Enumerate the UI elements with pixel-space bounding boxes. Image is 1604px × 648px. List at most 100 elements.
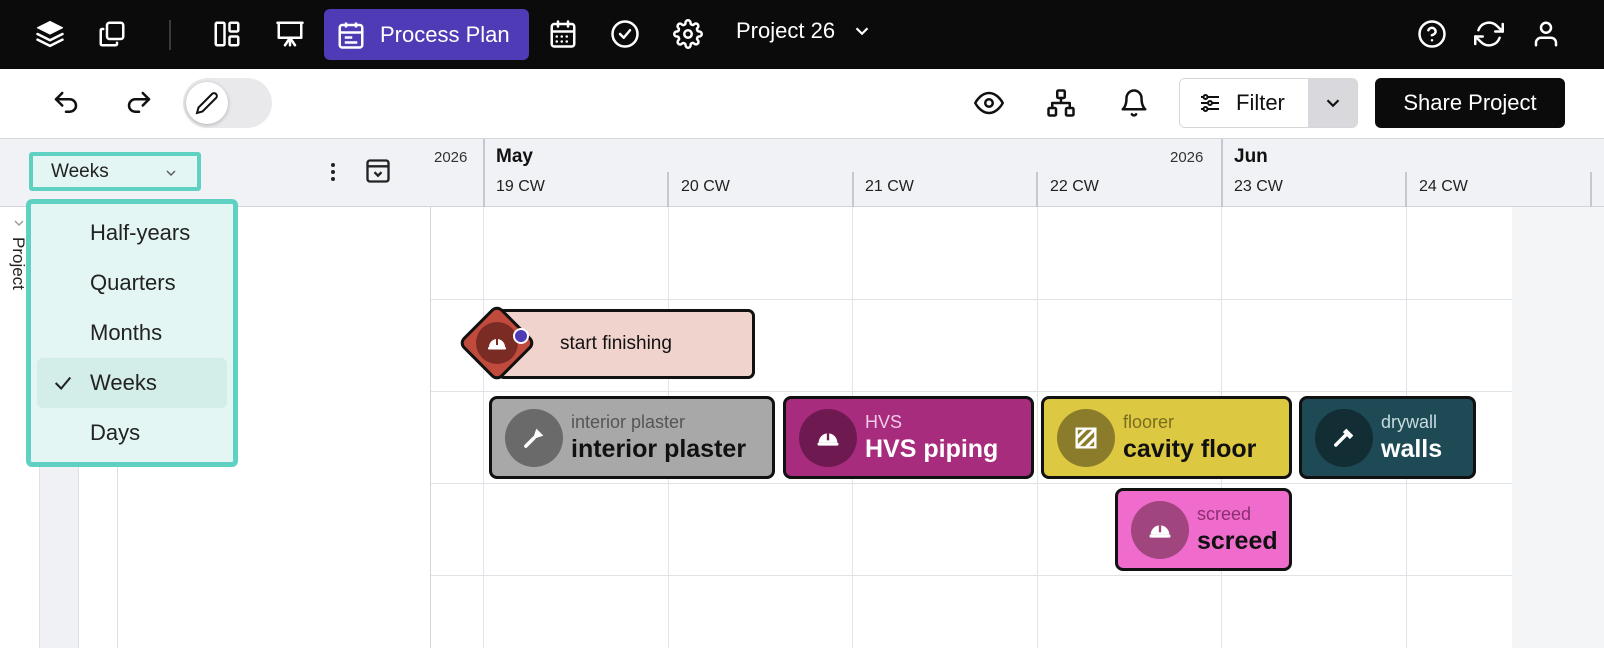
grid-line	[431, 391, 1512, 392]
layers-icon[interactable]	[30, 14, 70, 54]
sliders-icon	[1201, 94, 1219, 112]
grid-line	[431, 575, 1512, 576]
task-trade: drywall	[1381, 412, 1438, 432]
timeline-header: 2026 May 2026 Jun 19 CW 20 CW 21 CW 22 C…	[0, 139, 1604, 207]
week-label: 20 CW	[681, 178, 730, 195]
week-label: 19 CW	[496, 178, 545, 195]
toggle-knob	[186, 82, 228, 124]
more-options-icon[interactable]	[318, 155, 348, 189]
timescale-option-half-years[interactable]: Half-years	[37, 208, 227, 258]
hammer-icon	[1315, 408, 1373, 467]
refresh-icon[interactable]	[1469, 14, 1509, 54]
task-card[interactable]: floorer cavity floor	[1041, 396, 1292, 479]
edit-mode-toggle[interactable]	[183, 78, 272, 128]
timescale-option-months[interactable]: Months	[37, 308, 227, 358]
grid-right-padding	[1512, 207, 1604, 648]
tab-process-plan-label: Process Plan	[380, 21, 510, 47]
filter-label: Filter	[1236, 90, 1285, 115]
option-label: Half-years	[90, 220, 191, 245]
task-name: screed	[1197, 527, 1278, 555]
task-trade: interior plaster	[571, 412, 686, 432]
hierarchy-icon[interactable]	[1041, 83, 1081, 123]
task-name: walls	[1381, 435, 1443, 463]
task-card[interactable]: interior plaster interior plaster	[489, 396, 775, 479]
share-project-button[interactable]: Share Project	[1375, 78, 1565, 128]
chevron-down-icon	[855, 27, 869, 36]
tab-process-plan[interactable]: Process Plan	[324, 9, 529, 60]
redo-icon[interactable]	[119, 83, 159, 123]
option-label: Quarters	[90, 270, 176, 295]
project-name: Project 26	[736, 18, 836, 43]
collapse-all-icon[interactable]	[360, 152, 396, 190]
week-divider	[667, 172, 669, 207]
chevron-down-icon[interactable]	[11, 215, 27, 236]
filter-group: Filter	[1179, 78, 1358, 128]
week-divider	[1590, 172, 1592, 207]
timescale-selected-value: Weeks	[51, 160, 109, 182]
calendar-icon[interactable]	[543, 14, 583, 54]
week-label: 24 CW	[1419, 178, 1468, 195]
eye-icon[interactable]	[969, 83, 1009, 123]
milestone[interactable]: start finishing	[457, 303, 755, 383]
week-label: 21 CW	[865, 178, 914, 195]
trowel-icon	[505, 408, 563, 467]
project-row-label[interactable]: Project	[8, 237, 28, 290]
timescale-option-days[interactable]: Days	[37, 408, 227, 458]
milestone-label: start finishing	[560, 333, 672, 354]
milestone-bar[interactable]: start finishing	[497, 309, 755, 379]
option-label: Weeks	[90, 370, 157, 395]
dashboard-icon[interactable]	[207, 14, 247, 54]
bell-icon[interactable]	[1114, 83, 1154, 123]
timescale-select[interactable]: Weeks	[29, 152, 201, 191]
timescale-dropdown-menu: Half-years Quarters Months Weeks Days	[26, 199, 238, 467]
task-trade: HVS	[865, 412, 903, 432]
timescale-option-quarters[interactable]: Quarters	[37, 258, 227, 308]
hardhat-icon	[1131, 500, 1189, 559]
task-name: HVS piping	[865, 435, 999, 463]
task-trade: floorer	[1123, 412, 1175, 432]
project-selector[interactable]: Project 26	[736, 18, 873, 44]
month-label: Jun	[1234, 146, 1268, 167]
copy-icon[interactable]	[92, 14, 132, 54]
filter-button[interactable]: Filter	[1180, 79, 1308, 127]
week-divider	[852, 172, 854, 207]
month-divider	[483, 139, 485, 207]
undo-icon[interactable]	[46, 83, 86, 123]
floor-tiles-icon	[1057, 408, 1115, 467]
settings-icon[interactable]	[668, 14, 708, 54]
year-label: 2026	[1170, 149, 1204, 166]
help-icon[interactable]	[1412, 14, 1452, 54]
hardhat-icon	[799, 408, 857, 467]
task-trade: screed	[1197, 504, 1252, 524]
week-label: 23 CW	[1234, 178, 1283, 195]
milestone-status-dot	[513, 328, 529, 344]
toolbar: Filter Share Project	[0, 69, 1604, 139]
week-label: 22 CW	[1050, 178, 1099, 195]
month-label: May	[496, 146, 533, 167]
check-icon	[54, 376, 72, 390]
top-navigation-bar: Process Plan Project 26	[0, 0, 1604, 69]
process-plan-icon	[338, 22, 364, 49]
task-card[interactable]: drywall walls	[1299, 396, 1476, 479]
task-card[interactable]: screed screed	[1115, 488, 1292, 571]
presentation-icon[interactable]	[270, 14, 310, 54]
month-divider	[1221, 139, 1223, 207]
filter-dropdown-button[interactable]	[1308, 79, 1357, 127]
pencil-icon	[195, 92, 218, 115]
option-label: Months	[90, 320, 163, 345]
timescale-option-weeks[interactable]: Weeks	[37, 358, 227, 408]
option-label: Days	[90, 420, 141, 445]
task-name: cavity floor	[1123, 435, 1257, 463]
check-circle-icon[interactable]	[605, 14, 645, 54]
week-divider	[1405, 172, 1407, 207]
divider	[169, 20, 171, 50]
chevron-down-icon	[1326, 99, 1339, 108]
year-label: 2026	[434, 149, 468, 166]
user-icon[interactable]	[1526, 14, 1566, 54]
grid-line	[431, 299, 1512, 300]
hardhat-icon	[488, 339, 506, 350]
task-card[interactable]: HVS HVS piping	[783, 396, 1034, 479]
week-divider	[1036, 172, 1038, 207]
grid-line	[483, 207, 484, 648]
grid-line	[1037, 207, 1038, 648]
